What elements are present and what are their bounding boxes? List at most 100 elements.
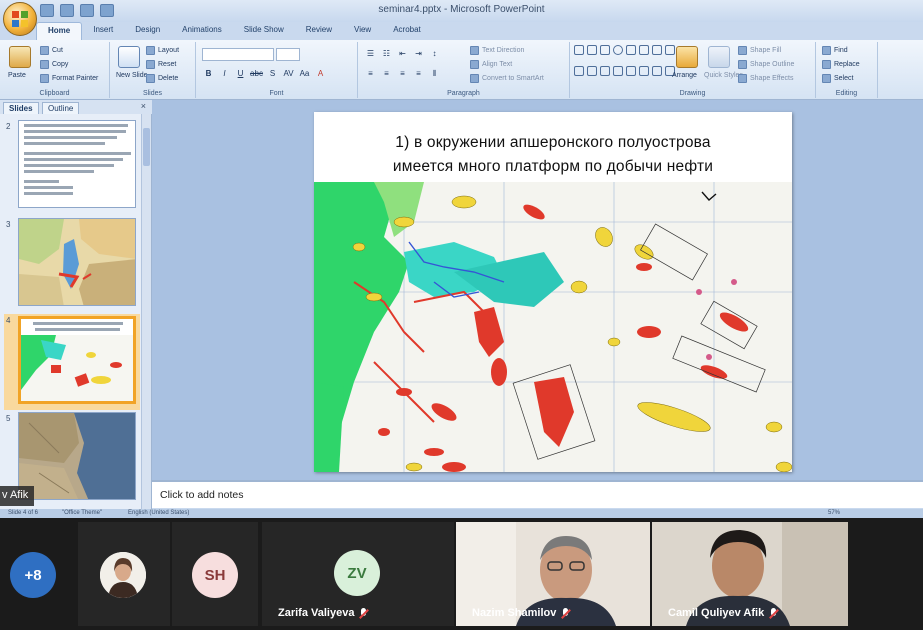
more-participants-count[interactable]: +8 [10, 552, 56, 598]
participant-tile[interactable]: ZV Zarifa Valiyeva [262, 522, 454, 626]
delete-button[interactable]: Delete [146, 74, 178, 83]
oval-shape-icon[interactable] [613, 45, 623, 55]
participant-tile[interactable]: SH [172, 522, 258, 626]
slide-title-line-1[interactable]: 1) в окружении апшеронского полуострова [314, 134, 792, 152]
columns-button[interactable]: ⫴ [428, 68, 441, 80]
align-center-button[interactable]: ≡ [380, 68, 393, 80]
curve-shape-icon[interactable] [587, 65, 597, 76]
participant-video-tile[interactable]: Nazim Shamilov [456, 522, 650, 626]
zoom-level[interactable]: 57% [828, 509, 840, 518]
triangle-shape-icon[interactable] [639, 45, 649, 55]
numbering-button[interactable]: ☷ [380, 48, 393, 60]
slides-scrollbar[interactable] [141, 114, 151, 509]
star-shape-icon[interactable] [626, 65, 636, 76]
increase-indent-button[interactable]: ⇥ [412, 48, 425, 60]
callout-shape-icon[interactable] [639, 65, 649, 76]
current-slide[interactable]: 1) в окружении апшеронского полуострова … [314, 112, 792, 472]
slide-title-line-2[interactable]: имеется много платформ по добычи нефти [314, 158, 792, 176]
brace-shape-icon[interactable] [613, 65, 623, 76]
underline-button[interactable]: U [234, 68, 247, 80]
tab-view[interactable]: View [343, 22, 382, 40]
slide-thumbnail[interactable]: 3 [4, 218, 140, 310]
font-label: Font [269, 90, 284, 97]
paste-icon[interactable] [9, 46, 31, 68]
italic-button[interactable]: I [218, 68, 231, 80]
tab-home[interactable]: Home [36, 22, 83, 40]
shadow-button[interactable]: S [266, 68, 279, 80]
tab-design[interactable]: Design [124, 22, 171, 40]
rectangle-shape-icon[interactable] [574, 45, 584, 55]
brush-icon [40, 74, 49, 83]
font-name-box[interactable] [202, 48, 274, 61]
save-icon[interactable] [40, 4, 54, 17]
shapes-gallery[interactable] [574, 45, 675, 85]
line-spacing-button[interactable]: ↕ [428, 48, 441, 60]
textbox-shape-icon[interactable] [652, 45, 662, 55]
font-color-button[interactable]: A [314, 68, 327, 80]
copy-button[interactable]: Copy [40, 60, 68, 69]
shape-effects-button[interactable]: Shape Effects [738, 74, 793, 83]
bold-button[interactable]: B [202, 68, 215, 80]
rounded-shape-icon[interactable] [626, 45, 636, 55]
tab-slide-show[interactable]: Slide Show [233, 22, 295, 40]
tab-acrobat[interactable]: Acrobat [382, 22, 432, 40]
reset-button[interactable]: Reset [146, 60, 176, 69]
smartart-icon [470, 74, 479, 83]
quick-styles-icon[interactable] [708, 46, 730, 68]
change-case-button[interactable]: Aa [298, 68, 311, 80]
align-left-button[interactable]: ≡ [364, 68, 377, 80]
font-size-box[interactable] [276, 48, 300, 61]
text-direction-button[interactable]: Text Direction [470, 46, 524, 55]
list-row: ☰ ☷ ⇤ ⇥ ↕ [364, 48, 441, 60]
find-button[interactable]: Find [822, 46, 848, 55]
shape-fill-button[interactable]: Shape Fill [738, 46, 781, 55]
notes-placeholder[interactable]: Click to add notes [160, 489, 243, 501]
participant-tile-partial[interactable] [850, 522, 923, 626]
tab-insert[interactable]: Insert [82, 22, 124, 40]
notes-pane[interactable]: Click to add notes [152, 480, 923, 508]
undo-icon[interactable] [60, 4, 74, 17]
more-shapes-icon[interactable] [665, 45, 675, 55]
slide-number: 3 [6, 220, 11, 229]
arrange-button[interactable]: Arrange [672, 72, 697, 79]
select-button[interactable]: Select [822, 74, 853, 83]
cut-button[interactable]: Cut [40, 46, 63, 55]
slide-thumbnail[interactable]: 2 [4, 120, 140, 212]
scrollbar-thumb[interactable] [143, 128, 150, 166]
elbow-shape-icon[interactable] [574, 65, 584, 76]
language-status[interactable]: English (United States) [128, 509, 189, 518]
participant-video-tile[interactable]: Camil Quliyev Afik [652, 522, 848, 626]
flow-shape-icon[interactable] [652, 65, 662, 76]
office-button[interactable] [3, 2, 37, 36]
new-slide-icon[interactable] [118, 46, 140, 68]
redo-icon[interactable] [80, 4, 94, 17]
replace-button[interactable]: Replace [822, 60, 860, 69]
justify-button[interactable]: ≡ [412, 68, 425, 80]
align-right-button[interactable]: ≡ [396, 68, 409, 80]
tab-review[interactable]: Review [295, 22, 343, 40]
spacing-button[interactable]: AV [282, 68, 295, 80]
convert-smartart-button[interactable]: Convert to SmartArt [470, 74, 544, 83]
close-pane-icon[interactable]: × [141, 101, 146, 111]
block-arrow-icon[interactable] [600, 65, 610, 76]
arrow-shape-icon[interactable] [600, 45, 610, 55]
tab-slides[interactable]: Slides [3, 102, 39, 114]
decrease-indent-button[interactable]: ⇤ [396, 48, 409, 60]
layout-button[interactable]: Layout [146, 46, 179, 55]
shape-outline-button[interactable]: Shape Outline [738, 60, 794, 69]
customize-toolbar-icon[interactable] [100, 4, 114, 17]
paste-button[interactable]: Paste [8, 72, 26, 79]
bullets-button[interactable]: ☰ [364, 48, 377, 60]
format-painter-button[interactable]: Format Painter [40, 74, 98, 83]
strikethrough-button[interactable]: abc [250, 68, 263, 80]
more-participants-tile[interactable]: +8 [0, 522, 66, 626]
slide-thumbnail-selected[interactable]: 4 [4, 314, 140, 410]
oil-fields-map-image[interactable] [314, 182, 792, 472]
tab-outline[interactable]: Outline [42, 102, 80, 114]
tab-animations[interactable]: Animations [171, 22, 233, 40]
line-shape-icon[interactable] [587, 45, 597, 55]
participant-tile[interactable] [78, 522, 170, 626]
arrange-icon[interactable] [676, 46, 698, 68]
new-slide-button[interactable]: New Slide [116, 72, 148, 79]
align-text-button[interactable]: Align Text [470, 60, 512, 69]
